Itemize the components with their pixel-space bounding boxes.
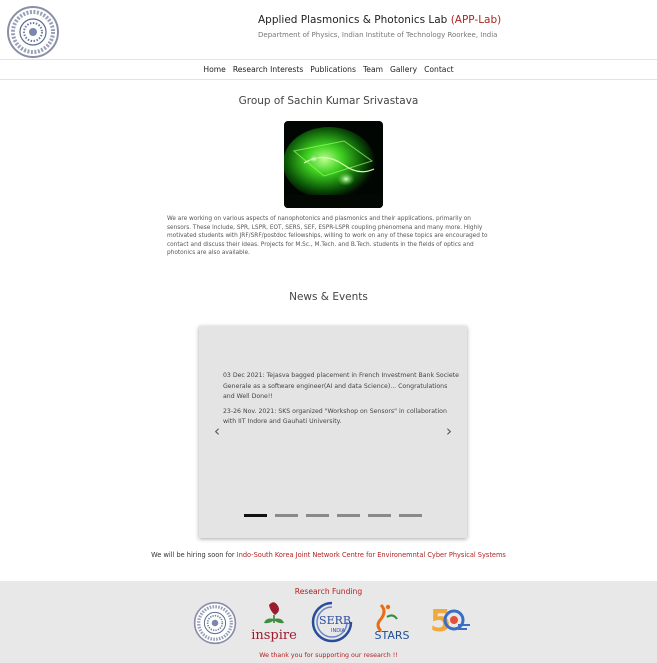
iit-roorkee-logo[interactable] xyxy=(193,601,237,645)
serb-logo[interactable]: SERB INDIA xyxy=(309,599,355,645)
news-title: News & Events xyxy=(289,291,368,303)
thanks-message: We thank you for supporting our research… xyxy=(259,652,398,659)
site-header: Applied Plasmonics & Photonics Lab (APP-… xyxy=(0,0,657,60)
green-laser-setup-photo xyxy=(284,121,383,208)
svg-text:INDIA: INDIA xyxy=(331,628,346,634)
inspire-logo[interactable]: inspire xyxy=(251,599,297,645)
hiring-notice: We will be hiring soon for Indo-South Ko… xyxy=(151,551,506,559)
footer: Research Funding inspire SERB INDIA STAR… xyxy=(0,581,657,663)
news-item: 23-26 Nov. 2021: SKS organized "Workshop… xyxy=(223,407,447,426)
svg-text:STARS: STARS xyxy=(375,629,410,642)
carousel-indicator[interactable] xyxy=(306,514,329,517)
news-item: 03 Dec 2021: Tejasva bagged placement in… xyxy=(223,372,459,400)
carousel-indicator[interactable] xyxy=(275,514,298,517)
carousel-next-icon[interactable]: › xyxy=(446,424,452,439)
nav-home[interactable]: Home xyxy=(202,65,226,74)
isro-50-logo[interactable]: 5 xyxy=(425,597,473,645)
iit-roorkee-logo[interactable] xyxy=(6,5,60,59)
carousel-indicator[interactable] xyxy=(368,514,391,517)
carousel-indicators xyxy=(244,514,422,517)
lab-subtitle: Department of Physics, Indian Institute … xyxy=(258,31,498,39)
nav-gallery[interactable]: Gallery xyxy=(389,65,418,74)
nav-research-interests[interactable]: Research Interests xyxy=(232,65,304,74)
funding-title: Research Funding xyxy=(294,587,363,596)
nav-team[interactable]: Team xyxy=(362,65,384,74)
nav-publications[interactable]: Publications xyxy=(309,65,357,74)
stars-logo[interactable]: STARS xyxy=(367,599,413,645)
main-nav: Home Research Interests Publications Tea… xyxy=(0,59,657,80)
carousel-indicator[interactable] xyxy=(337,514,360,517)
svg-text:SERB: SERB xyxy=(319,614,351,627)
svg-text:inspire: inspire xyxy=(251,628,297,643)
group-title: Group of Sachin Kumar Srivastava xyxy=(238,95,419,107)
hiring-link[interactable]: Indo-South Korea Joint Network Centre fo… xyxy=(237,551,506,559)
carousel-prev-icon[interactable]: ‹ xyxy=(214,424,220,439)
svg-text:5: 5 xyxy=(430,604,451,639)
lab-title-acronym: (APP-Lab) xyxy=(450,14,502,26)
news-slide: 03 Dec 2021: Tejasva bagged placement in… xyxy=(223,371,459,432)
group-intro-text: We are working on various aspects of nan… xyxy=(167,216,488,257)
news-carousel[interactable]: 03 Dec 2021: Tejasva bagged placement in… xyxy=(199,326,467,538)
nav-contact[interactable]: Contact xyxy=(423,65,455,74)
lab-title: Applied Plasmonics & Photonics Lab (APP-… xyxy=(258,14,502,26)
carousel-indicator[interactable] xyxy=(244,514,267,517)
carousel-indicator[interactable] xyxy=(399,514,422,517)
